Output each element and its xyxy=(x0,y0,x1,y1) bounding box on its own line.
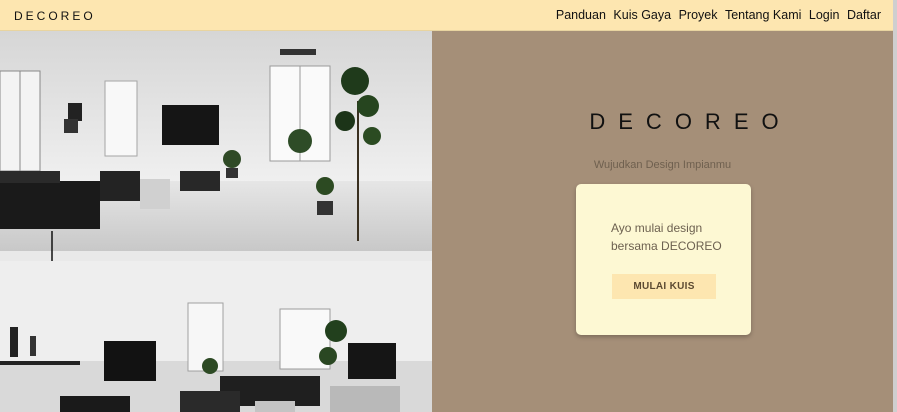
nav-link-daftar[interactable]: Daftar xyxy=(847,8,881,22)
top-navbar: DECOREO Panduan Kuis Gaya Proyek Tentang… xyxy=(0,0,893,31)
card-message: Ayo mulai design bersama DECOREO xyxy=(611,219,731,255)
nav-link-kuis-gaya[interactable]: Kuis Gaya xyxy=(613,8,671,22)
hero-title: DECOREO xyxy=(589,109,792,134)
card-message-line1: Ayo mulai design xyxy=(611,221,703,235)
nav-links: Panduan Kuis Gaya Proyek Tentang Kami Lo… xyxy=(552,8,881,22)
scrollbar-track[interactable] xyxy=(893,0,897,412)
card-message-line2: bersama DECOREO xyxy=(611,239,722,253)
hero-subtitle: Wujudkan Design Impianmu xyxy=(593,159,732,171)
start-quiz-button[interactable]: MULAI KUIS xyxy=(612,274,716,299)
nav-link-tentang-kami[interactable]: Tentang Kami xyxy=(725,8,801,22)
quiz-card: Ayo mulai design bersama DECOREO MULAI K… xyxy=(576,184,751,335)
nav-link-login[interactable]: Login xyxy=(809,8,840,22)
living-room-image xyxy=(0,31,432,412)
nav-link-proyek[interactable]: Proyek xyxy=(679,8,718,22)
nav-link-panduan[interactable]: Panduan xyxy=(556,8,606,22)
brand-logo[interactable]: DECOREO xyxy=(14,9,96,23)
hero-section: DECOREO Wujudkan Design Impianmu Ayo mul… xyxy=(432,31,893,412)
interior-photo xyxy=(0,31,432,412)
